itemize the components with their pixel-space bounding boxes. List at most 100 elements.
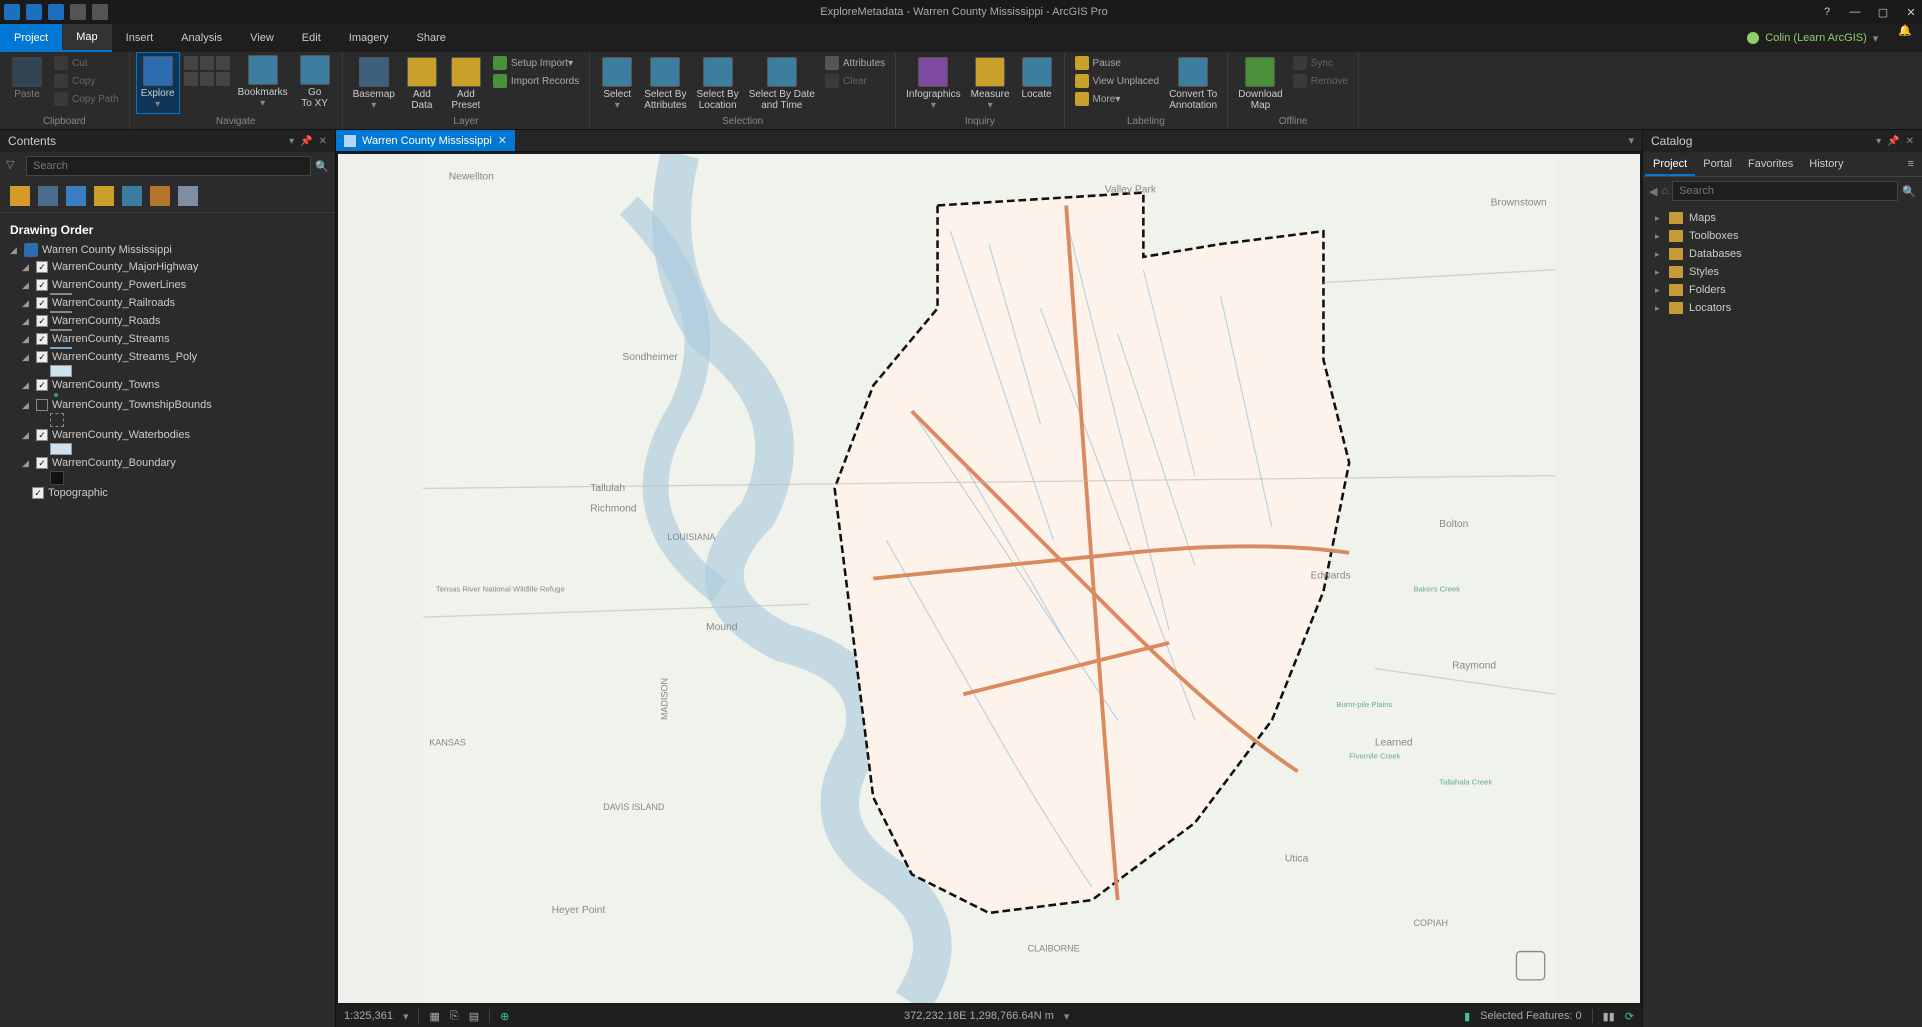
layer-checkbox[interactable] bbox=[36, 399, 48, 411]
catalog-menu-icon[interactable]: ≡ bbox=[1902, 154, 1920, 176]
qat-redo-icon[interactable] bbox=[92, 4, 108, 20]
tab-insert[interactable]: Insert bbox=[112, 24, 168, 52]
layer-item[interactable]: ◢✓WarrenCounty_Railroads bbox=[4, 295, 331, 311]
map-node[interactable]: ◢ Warren County Mississippi bbox=[4, 241, 331, 259]
layer-checkbox[interactable]: ✓ bbox=[36, 261, 48, 273]
close-tab-icon[interactable]: ✕ bbox=[498, 134, 507, 147]
infographics-button[interactable]: Infographics▾ bbox=[902, 54, 964, 114]
add-preset-button[interactable]: Add Preset bbox=[445, 54, 487, 114]
caret-icon[interactable]: ▸ bbox=[1655, 267, 1663, 278]
caret-icon[interactable]: ◢ bbox=[22, 458, 32, 469]
copy-path-button[interactable]: Copy Path bbox=[50, 90, 123, 108]
caret-icon[interactable]: ◢ bbox=[22, 400, 32, 411]
tab-imagery[interactable]: Imagery bbox=[335, 24, 403, 52]
tab-edit[interactable]: Edit bbox=[288, 24, 335, 52]
layer-checkbox[interactable]: ✓ bbox=[36, 279, 48, 291]
basemap-button[interactable]: Basemap▾ bbox=[349, 54, 399, 114]
catalog-item[interactable]: ▸Databases bbox=[1645, 245, 1920, 263]
caret-icon[interactable]: ▸ bbox=[1655, 249, 1663, 260]
select-button[interactable]: Select▾ bbox=[596, 54, 638, 114]
minimize-icon[interactable]: — bbox=[1848, 5, 1862, 19]
notifications-icon[interactable]: 🔔 bbox=[1888, 24, 1922, 52]
tab-project[interactable]: Project bbox=[0, 24, 62, 52]
refresh-icon[interactable]: ⟳ bbox=[1625, 1010, 1634, 1023]
catalog-item[interactable]: ▸Maps bbox=[1645, 209, 1920, 227]
layer-item[interactable]: ◢✓WarrenCounty_Towns bbox=[4, 377, 331, 393]
layer-item[interactable]: ◢✓WarrenCounty_Streams_Poly bbox=[4, 349, 331, 365]
prev-extent-icon[interactable] bbox=[216, 56, 230, 70]
pause-drawing-icon[interactable]: ▮▮ bbox=[1603, 1010, 1615, 1023]
home-icon[interactable]: ⌂ bbox=[1661, 185, 1668, 197]
tab-map[interactable]: Map bbox=[62, 24, 111, 52]
locate-button[interactable]: Locate bbox=[1016, 54, 1058, 103]
map-canvas[interactable]: Valley Park Sondheimer LOUISIANA Tallula… bbox=[338, 154, 1640, 1003]
layer-item[interactable]: ◢✓WarrenCounty_Roads bbox=[4, 313, 331, 329]
caret-icon[interactable]: ◢ bbox=[22, 430, 32, 441]
list-by-source-icon[interactable] bbox=[38, 186, 58, 206]
sync-button[interactable]: Sync bbox=[1289, 54, 1352, 72]
catalog-item[interactable]: ▸Locators bbox=[1645, 299, 1920, 317]
tab-share[interactable]: Share bbox=[403, 24, 460, 52]
search-icon[interactable]: 🔍 bbox=[315, 160, 329, 173]
layer-checkbox[interactable]: ✓ bbox=[36, 429, 48, 441]
view-unplaced-button[interactable]: View Unplaced bbox=[1071, 72, 1164, 90]
catalog-tab-favorites[interactable]: Favorites bbox=[1740, 154, 1801, 176]
pause-labeling-button[interactable]: Pause bbox=[1071, 54, 1164, 72]
caret-icon[interactable]: ◢ bbox=[10, 245, 20, 256]
measure-button[interactable]: Measure▾ bbox=[967, 54, 1014, 114]
setup-import-button[interactable]: Setup Import ▾ bbox=[489, 54, 583, 72]
qat-new-icon[interactable] bbox=[4, 4, 20, 20]
list-by-selection-icon[interactable] bbox=[66, 186, 86, 206]
catalog-tab-project[interactable]: Project bbox=[1645, 154, 1695, 176]
caret-icon[interactable]: ▸ bbox=[1655, 231, 1663, 242]
fixed-zoom-out-icon[interactable] bbox=[200, 72, 214, 86]
caret-icon[interactable]: ▸ bbox=[1655, 285, 1663, 296]
panel-close-icon[interactable]: ✕ bbox=[1906, 136, 1914, 147]
layer-checkbox[interactable]: ✓ bbox=[36, 315, 48, 327]
select-by-location-button[interactable]: Select By Location bbox=[692, 54, 742, 114]
select-by-date-button[interactable]: Select By Date and Time bbox=[745, 54, 819, 114]
list-by-editing-icon[interactable] bbox=[94, 186, 114, 206]
qat-save-icon[interactable] bbox=[48, 4, 64, 20]
help-icon[interactable]: ? bbox=[1820, 5, 1834, 19]
list-by-perspective-icon[interactable] bbox=[178, 186, 198, 206]
layer-checkbox[interactable]: ✓ bbox=[36, 333, 48, 345]
map-tab[interactable]: Warren County Mississippi ✕ bbox=[336, 130, 515, 151]
full-extent-icon[interactable] bbox=[184, 56, 198, 70]
list-by-drawing-order-icon[interactable] bbox=[10, 186, 30, 206]
maximize-icon[interactable]: ▢ bbox=[1876, 5, 1890, 19]
zoom-to-sel-icon[interactable] bbox=[184, 72, 198, 86]
caret-icon[interactable]: ◢ bbox=[22, 352, 32, 363]
layer-checkbox[interactable]: ✓ bbox=[36, 297, 48, 309]
map-tab-dropdown-icon[interactable]: ▾ bbox=[1620, 130, 1642, 151]
add-data-button[interactable]: Add Data bbox=[401, 54, 443, 114]
catalog-tab-portal[interactable]: Portal bbox=[1695, 154, 1740, 176]
layer-item[interactable]: ◢WarrenCounty_TownshipBounds bbox=[4, 397, 331, 413]
clear-selection-button[interactable]: Clear bbox=[821, 72, 889, 90]
filter-icon[interactable]: ▽ bbox=[6, 158, 22, 174]
bookmarks-button[interactable]: Bookmarks▾ bbox=[234, 52, 292, 112]
caret-icon[interactable]: ◢ bbox=[22, 380, 32, 391]
catalog-search-input[interactable] bbox=[1672, 181, 1898, 201]
caret-icon[interactable]: ◢ bbox=[22, 334, 32, 345]
catalog-tab-history[interactable]: History bbox=[1801, 154, 1851, 176]
snapping-icon[interactable]: ⊕ bbox=[500, 1010, 509, 1023]
list-by-snapping-icon[interactable] bbox=[122, 186, 142, 206]
layer-item[interactable]: ◢✓WarrenCounty_Boundary bbox=[4, 455, 331, 471]
list-by-labeling-icon[interactable] bbox=[150, 186, 170, 206]
select-by-attributes-button[interactable]: Select By Attributes bbox=[640, 54, 690, 114]
caret-icon[interactable]: ▸ bbox=[1655, 303, 1663, 314]
status-icon-3[interactable]: ▤ bbox=[469, 1010, 479, 1023]
caret-icon[interactable]: ◢ bbox=[22, 280, 32, 291]
import-records-button[interactable]: Import Records bbox=[489, 72, 583, 90]
qat-open-icon[interactable] bbox=[26, 4, 42, 20]
catalog-item[interactable]: ▸Folders bbox=[1645, 281, 1920, 299]
layer-item[interactable]: ◢✓WarrenCounty_PowerLines bbox=[4, 277, 331, 293]
download-map-button[interactable]: Download Map bbox=[1234, 54, 1286, 114]
cut-button[interactable]: Cut bbox=[50, 54, 123, 72]
caret-icon[interactable]: ◢ bbox=[22, 316, 32, 327]
layer-checkbox[interactable]: ✓ bbox=[36, 457, 48, 469]
tab-analysis[interactable]: Analysis bbox=[167, 24, 236, 52]
close-icon[interactable]: ✕ bbox=[1904, 5, 1918, 19]
catalog-item[interactable]: ▸Toolboxes bbox=[1645, 227, 1920, 245]
